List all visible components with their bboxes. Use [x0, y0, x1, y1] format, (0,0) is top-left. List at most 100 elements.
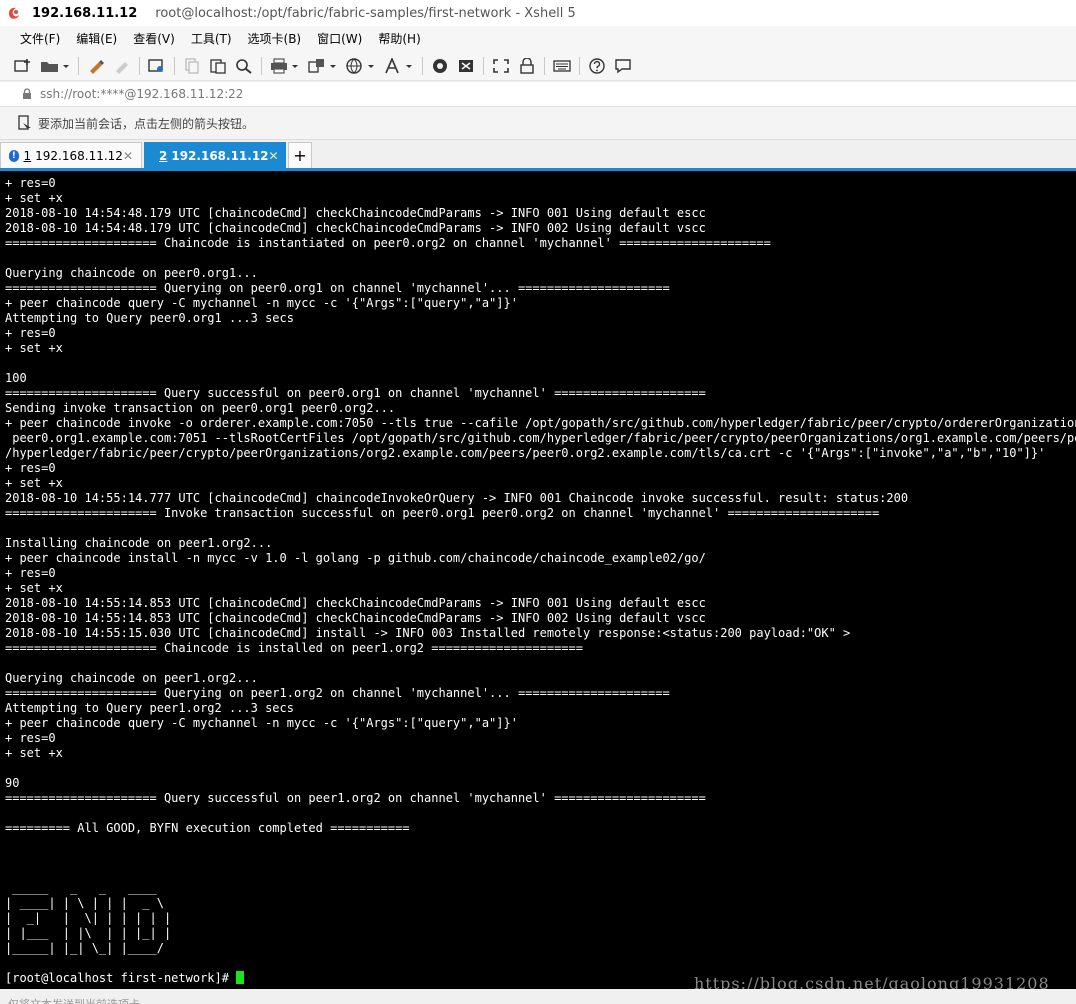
print-icon: [271, 57, 298, 74]
terminal-line: + set +x: [5, 191, 63, 205]
toolbar-separator: [579, 56, 580, 75]
copy-button[interactable]: [181, 55, 203, 77]
terminal-line: | _| | \| | | | | |: [5, 911, 172, 925]
help-button[interactable]: [586, 55, 608, 77]
terminal-output[interactable]: + res=0 + set +x 2018-08-10 14:54:48.179 U…: [0, 171, 1076, 989]
terminal-line: 100: [5, 371, 27, 385]
lock-icon: [23, 88, 31, 99]
tab-session-1[interactable]: ! 1 192.168.11.12 ✕: [0, 142, 142, 168]
terminal-line: _____ _ _ ____: [5, 881, 157, 895]
status-text: 仅将文本发送到当前选项卡: [8, 996, 140, 1004]
disconnect-icon: [116, 61, 128, 74]
encoding-button[interactable]: [344, 55, 378, 77]
terminal-line: Querying chaincode on peer0.org1...: [5, 266, 258, 280]
tab-label: 192.168.11.12: [35, 148, 123, 163]
toolbar-separator: [78, 56, 79, 75]
print-button[interactable]: [268, 55, 302, 77]
chat-button[interactable]: [612, 55, 634, 77]
terminal-line: Sending invoke transaction on peer0.org1…: [5, 401, 396, 415]
fullscreen-icon: [493, 58, 509, 73]
properties-button[interactable]: [146, 55, 168, 77]
address-bar[interactable]: ssh://root:****@192.168.11.12:22: [0, 82, 1076, 107]
lock-icon: [520, 57, 534, 74]
terminal-line: | |___ | |\ | | |_| |: [5, 926, 172, 940]
terminal-line: + peer chaincode invoke -o orderer.examp…: [5, 416, 1076, 430]
transfer-button[interactable]: [306, 55, 340, 77]
terminal-line: ===================== Query successful o…: [5, 386, 706, 400]
terminal-line: + res=0: [5, 326, 56, 340]
paste-button[interactable]: [207, 55, 229, 77]
terminal-line: + peer chaincode query -C mychannel -n m…: [5, 296, 518, 310]
tab-label: 192.168.11.12: [171, 148, 269, 163]
xftp-button[interactable]: [429, 55, 451, 77]
terminal-line: |_____| |_| \_| |____/: [5, 941, 164, 955]
terminal-line: 2018-08-10 14:55:14.777 UTC [chaincodeCm…: [5, 491, 909, 505]
tab-bar: ! 1 192.168.11.12 ✕ 2 192.168.11.12 ✕ +: [0, 140, 1076, 171]
close-icon[interactable]: ✕: [123, 149, 133, 163]
xmanager-button[interactable]: [455, 55, 477, 77]
paste-icon: [210, 58, 226, 74]
window-title-host: 192.168.11.12: [32, 5, 138, 21]
toolbar: [0, 51, 1076, 81]
keyboard-icon: [553, 59, 571, 72]
terminal-line: ===================== Query successful o…: [5, 791, 706, 805]
terminal-line: Attempting to Query peer1.org2 ...3 secs: [5, 701, 294, 715]
terminal-line: 2018-08-10 14:55:14.853 UTC [chaincodeCm…: [5, 596, 706, 610]
terminal-line: 2018-08-10 14:54:48.179 UTC [chaincodeCm…: [5, 206, 706, 220]
close-icon[interactable]: ✕: [269, 149, 279, 163]
tab-number: 2: [159, 148, 168, 163]
terminal-line: 2018-08-10 14:54:48.179 UTC [chaincodeCm…: [5, 221, 706, 235]
fullscreen-button[interactable]: [490, 55, 512, 77]
terminal-line: + res=0: [5, 176, 56, 190]
terminal-line: | ____| | \ | | | _ \: [5, 896, 164, 910]
terminal-line: + res=0: [5, 731, 56, 745]
toolbar-separator: [174, 56, 175, 75]
find-icon: [236, 58, 252, 74]
new-session-button[interactable]: [12, 55, 34, 77]
tab-session-2[interactable]: 2 192.168.11.12 ✕: [144, 142, 286, 168]
new-session-icon: [14, 58, 30, 72]
open-session-button[interactable]: [38, 55, 72, 77]
terminal-line: + set +x: [5, 746, 63, 760]
tab-number: 1: [23, 148, 32, 163]
font-icon: [385, 57, 412, 73]
menu-help[interactable]: 帮助(H): [378, 30, 420, 47]
menu-file[interactable]: 文件(F): [20, 30, 60, 47]
menu-tabs[interactable]: 选项卡(B): [248, 30, 302, 47]
terminal-line: + peer chaincode query -C mychannel -n m…: [5, 716, 518, 730]
menu-tools[interactable]: 工具(T): [191, 30, 232, 47]
terminal-line: + res=0: [5, 566, 56, 580]
menu-window[interactable]: 窗口(W): [317, 30, 362, 47]
font-button[interactable]: [382, 55, 416, 77]
help-icon: [589, 57, 605, 74]
lock-button[interactable]: [516, 55, 538, 77]
terminal-line: ===================== Querying on peer1.…: [5, 686, 670, 700]
menu-edit[interactable]: 编辑(E): [76, 30, 117, 47]
copy-icon: [185, 57, 199, 74]
find-button[interactable]: [233, 55, 255, 77]
reconnect-icon: [90, 59, 104, 74]
terminal-line: + set +x: [5, 581, 63, 595]
toolbar-separator: [483, 56, 484, 75]
add-tab-button[interactable]: +: [288, 142, 312, 168]
text-cursor: [236, 971, 245, 984]
toolbar-separator: [422, 56, 423, 75]
keyboard-button[interactable]: [551, 55, 573, 77]
add-session-arrow-icon[interactable]: [18, 115, 32, 131]
window-title: root@localhost:/opt/fabric/fabric-sample…: [155, 5, 576, 21]
reconnect-button[interactable]: [85, 55, 107, 77]
status-bar: 仅将文本发送到当前选项卡: [0, 989, 1076, 1004]
disconnect-button[interactable]: [111, 55, 133, 77]
globe-icon: [346, 57, 374, 74]
menu-view[interactable]: 查看(V): [133, 30, 175, 47]
toolbar-separator: [139, 56, 140, 75]
